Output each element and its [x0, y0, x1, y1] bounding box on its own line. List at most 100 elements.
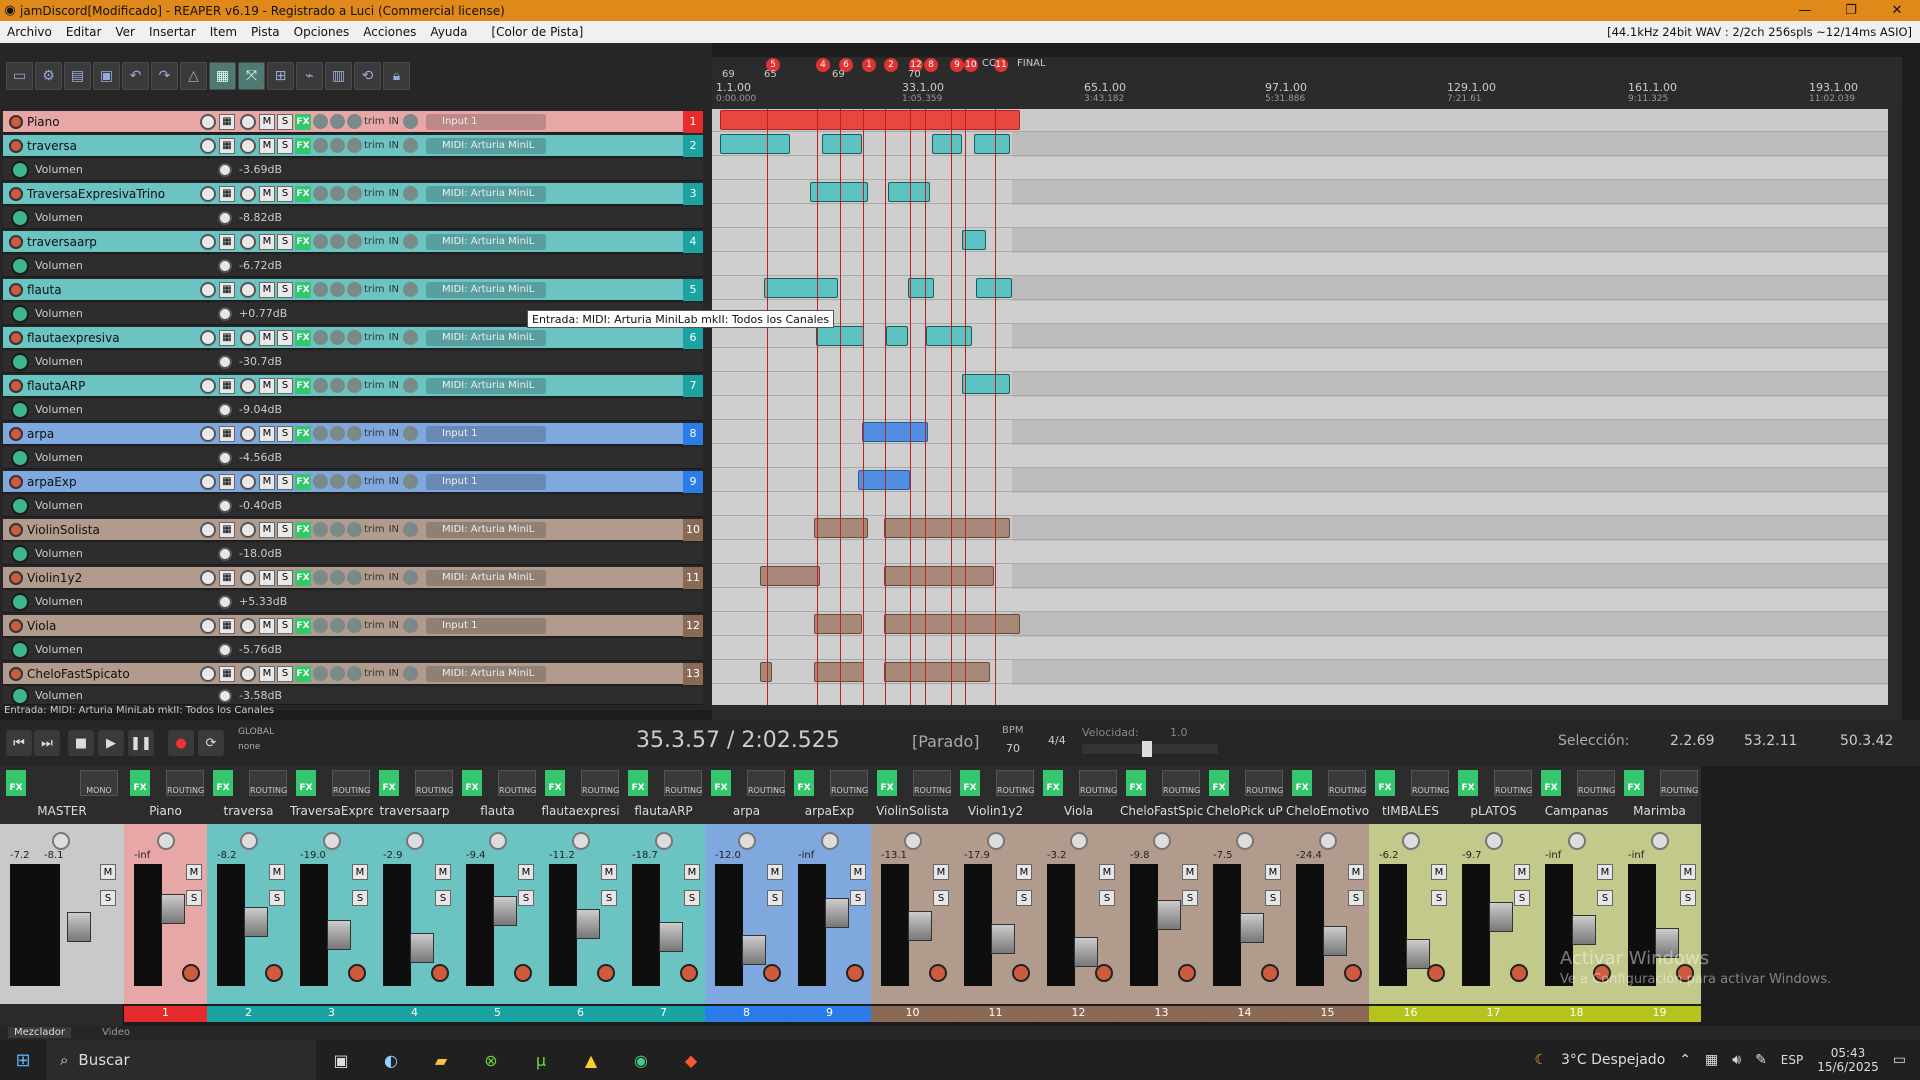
fader-cap[interactable]: [1489, 902, 1513, 932]
envelope-icon[interactable]: [11, 687, 29, 704]
media-item[interactable]: [814, 518, 868, 538]
in-label[interactable]: IN: [389, 188, 399, 199]
volume-fader[interactable]: [244, 864, 268, 986]
fader-cap[interactable]: [1572, 915, 1596, 945]
fx-button[interactable]: FX: [711, 770, 731, 796]
input-selector[interactable]: MIDI: Arturia MiniL: [426, 185, 546, 202]
mute-button[interactable]: M: [1431, 864, 1447, 880]
solo-button[interactable]: S: [601, 890, 617, 906]
track-lane[interactable]: [712, 133, 1902, 156]
input-selector[interactable]: MIDI: Arturia MiniL: [426, 521, 546, 538]
strip-name[interactable]: Marimba: [1618, 804, 1701, 822]
repeat-icon[interactable]: ⟳: [198, 730, 224, 756]
route-button[interactable]: ▦: [219, 233, 235, 250]
envelope-knob[interactable]: [218, 498, 232, 513]
trim-label[interactable]: trim: [364, 668, 385, 679]
network-icon[interactable]: ▦: [1705, 1052, 1718, 1068]
routing-button[interactable]: ROUTING: [996, 770, 1034, 796]
mute-button[interactable]: M: [850, 864, 866, 880]
fx-button[interactable]: FX: [1375, 770, 1395, 796]
fx-button[interactable]: FX: [1292, 770, 1312, 796]
fader-cap[interactable]: [244, 907, 268, 937]
solo-button[interactable]: S: [277, 233, 293, 250]
go-to-end-icon[interactable]: ⏭: [34, 730, 60, 756]
volume-knob[interactable]: [200, 185, 216, 202]
mute-button[interactable]: M: [767, 864, 783, 880]
solo-button[interactable]: S: [277, 185, 293, 202]
media-item[interactable]: [888, 182, 930, 202]
menu-ver[interactable]: Ver: [108, 25, 142, 39]
strip-name[interactable]: Violin1y2: [954, 804, 1037, 822]
strip-name[interactable]: flautaARP: [622, 804, 705, 822]
volume-fader[interactable]: [576, 864, 600, 986]
route-button[interactable]: ▦: [219, 137, 235, 154]
route-button[interactable]: ▦: [219, 185, 235, 202]
fader-cap[interactable]: [1406, 939, 1430, 969]
envelope-knob[interactable]: [218, 210, 232, 225]
pan-knob[interactable]: [240, 617, 256, 634]
input-selector[interactable]: MIDI: Arturia MiniL: [426, 137, 546, 154]
route-button[interactable]: ▦: [219, 617, 235, 634]
track-name[interactable]: TraversaExpresivaTrino: [27, 187, 197, 201]
solo-button[interactable]: S: [850, 890, 866, 906]
monitor-icon[interactable]: [403, 378, 418, 393]
mute-button[interactable]: M: [352, 864, 368, 880]
strip-name[interactable]: CheloPick uP: [1203, 804, 1286, 822]
route-button[interactable]: ▦: [219, 377, 235, 394]
mixer-channel-strip[interactable]: FX ROUTING Viola -3.2 M S 12: [1037, 766, 1120, 1026]
record-arm-icon[interactable]: [9, 522, 23, 537]
vertical-scrollbar[interactable]: [1888, 109, 1902, 705]
trim-label[interactable]: trim: [364, 140, 385, 151]
record-arm-icon[interactable]: [1178, 964, 1196, 982]
envelope-lane[interactable]: [712, 541, 1902, 564]
record-arm-icon[interactable]: [514, 964, 532, 982]
pan-knob[interactable]: [655, 832, 673, 850]
input-selector[interactable]: Input 1: [426, 425, 546, 442]
volume-envelope-row[interactable]: Volumen -3.58dB: [3, 687, 703, 705]
media-item[interactable]: [814, 662, 864, 682]
phase-icon[interactable]: [330, 186, 345, 201]
solo-button[interactable]: S: [933, 890, 949, 906]
solo-button[interactable]: S: [277, 425, 293, 442]
envelope-knob[interactable]: [218, 402, 232, 417]
track-lane[interactable]: [712, 277, 1902, 300]
volume-knob[interactable]: [200, 473, 216, 490]
phase-icon[interactable]: [330, 426, 345, 441]
fx-bypass-icon[interactable]: [313, 570, 328, 585]
volume-fader[interactable]: [659, 864, 683, 986]
pan-knob[interactable]: [240, 329, 256, 346]
in-label[interactable]: IN: [389, 236, 399, 247]
trim-label[interactable]: trim: [364, 428, 385, 439]
fader-cap[interactable]: [493, 896, 517, 926]
trim-label[interactable]: trim: [364, 524, 385, 535]
track-name[interactable]: flauta: [27, 283, 197, 297]
media-item[interactable]: [962, 374, 1010, 394]
volume-fader[interactable]: [908, 864, 932, 986]
close-icon[interactable]: ✕: [1874, 3, 1920, 18]
envelope-lane[interactable]: [712, 349, 1902, 372]
fader-cap[interactable]: [991, 924, 1015, 954]
track-lane[interactable]: [712, 613, 1902, 636]
envelope-knob[interactable]: [218, 162, 232, 177]
track-lane[interactable]: [712, 517, 1902, 540]
menu-opciones[interactable]: Opciones: [287, 25, 357, 39]
track-name[interactable]: flautaARP: [27, 379, 197, 393]
task-view-icon[interactable]: ▣: [316, 1051, 366, 1070]
time-signature[interactable]: 4/4: [1048, 734, 1066, 747]
envelope-icon[interactable]: [11, 256, 29, 275]
fx-bypass-icon[interactable]: [313, 618, 328, 633]
mute-button[interactable]: M: [259, 665, 275, 682]
pan-knob[interactable]: [240, 665, 256, 682]
envelope-icon[interactable]: [11, 496, 29, 515]
volume-knob[interactable]: [200, 233, 216, 250]
mute-button[interactable]: M: [1514, 864, 1530, 880]
fader-cap[interactable]: [742, 935, 766, 965]
project-settings-icon[interactable]: ⚙: [35, 62, 62, 90]
media-item[interactable]: [858, 470, 910, 490]
solo-button[interactable]: S: [100, 890, 116, 906]
solo-button[interactable]: S: [1348, 890, 1364, 906]
routing-button[interactable]: ROUTING: [1577, 770, 1615, 796]
track-name[interactable]: ViolinSolista: [27, 523, 197, 537]
strip-name[interactable]: Viola: [1037, 804, 1120, 822]
utorrent-icon[interactable]: μ: [516, 1051, 566, 1070]
